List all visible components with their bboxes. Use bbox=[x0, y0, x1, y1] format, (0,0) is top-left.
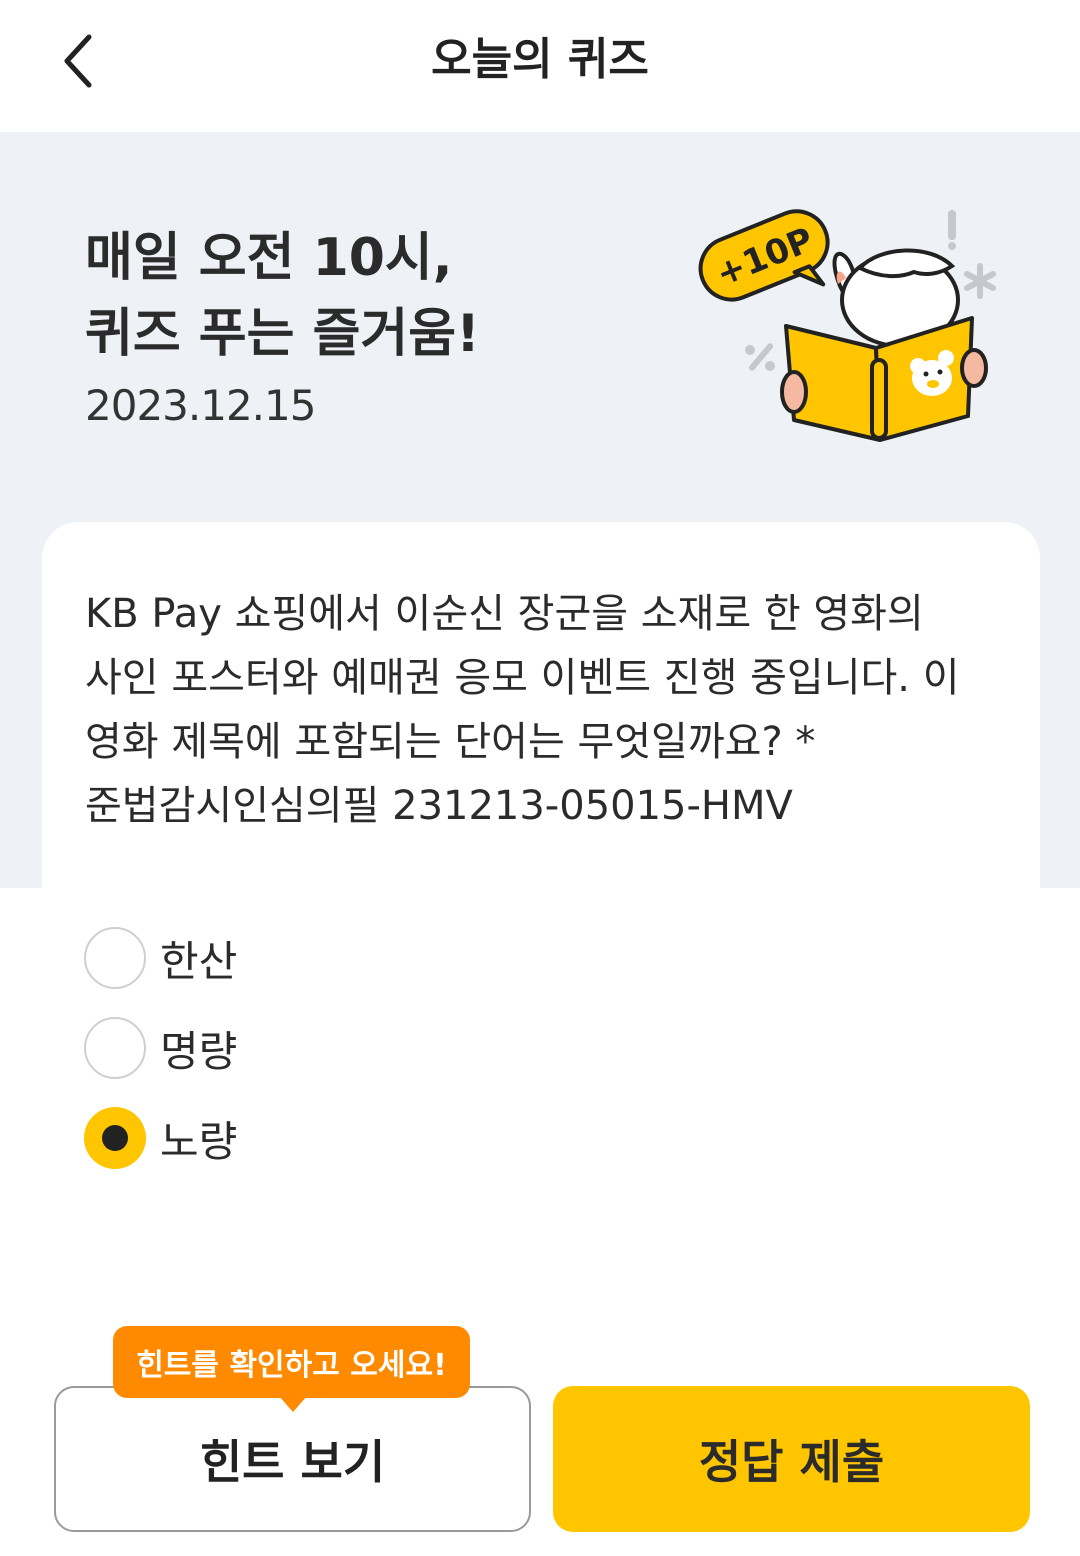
option-label: 한산 bbox=[160, 936, 238, 986]
submit-answer-button[interactable]: 정답 제출 bbox=[553, 1386, 1030, 1532]
question-card: KB Pay 쇼핑에서 이순신 장군을 소재로 한 영화의 사인 포스터와 예매… bbox=[42, 522, 1040, 888]
radio-button[interactable] bbox=[84, 927, 146, 989]
hero-title-line2: 퀴즈 푸는 즐거움! bbox=[85, 304, 480, 364]
reading-bunny-illustration: +10P bbox=[698, 209, 996, 442]
option-hansan[interactable]: 한산 bbox=[84, 913, 984, 1003]
radio-button[interactable] bbox=[84, 1017, 146, 1079]
option-myeongnyang[interactable]: 명량 bbox=[84, 1003, 984, 1093]
option-label: 노량 bbox=[160, 1116, 238, 1166]
points-badge: +10P bbox=[698, 209, 830, 302]
hero-title-line1: 매일 오전 10시, bbox=[85, 228, 453, 288]
answer-options: 한산 명량 노량 bbox=[84, 913, 984, 1183]
option-label: 명량 bbox=[160, 1026, 238, 1076]
quiz-date: 2023.12.15 bbox=[85, 381, 316, 430]
hero-title: 매일 오전 10시, 퀴즈 푸는 즐거움! bbox=[85, 220, 480, 372]
hint-tooltip: 힌트를 확인하고 오세요! bbox=[113, 1326, 470, 1412]
radio-button-selected[interactable] bbox=[84, 1107, 146, 1169]
app-header: 오늘의 퀴즈 bbox=[0, 0, 1080, 132]
page-title: 오늘의 퀴즈 bbox=[431, 34, 649, 85]
option-noryang[interactable]: 노량 bbox=[84, 1093, 984, 1183]
question-text: KB Pay 쇼핑에서 이순신 장군을 소재로 한 영화의 사인 포스터와 예매… bbox=[85, 591, 960, 829]
